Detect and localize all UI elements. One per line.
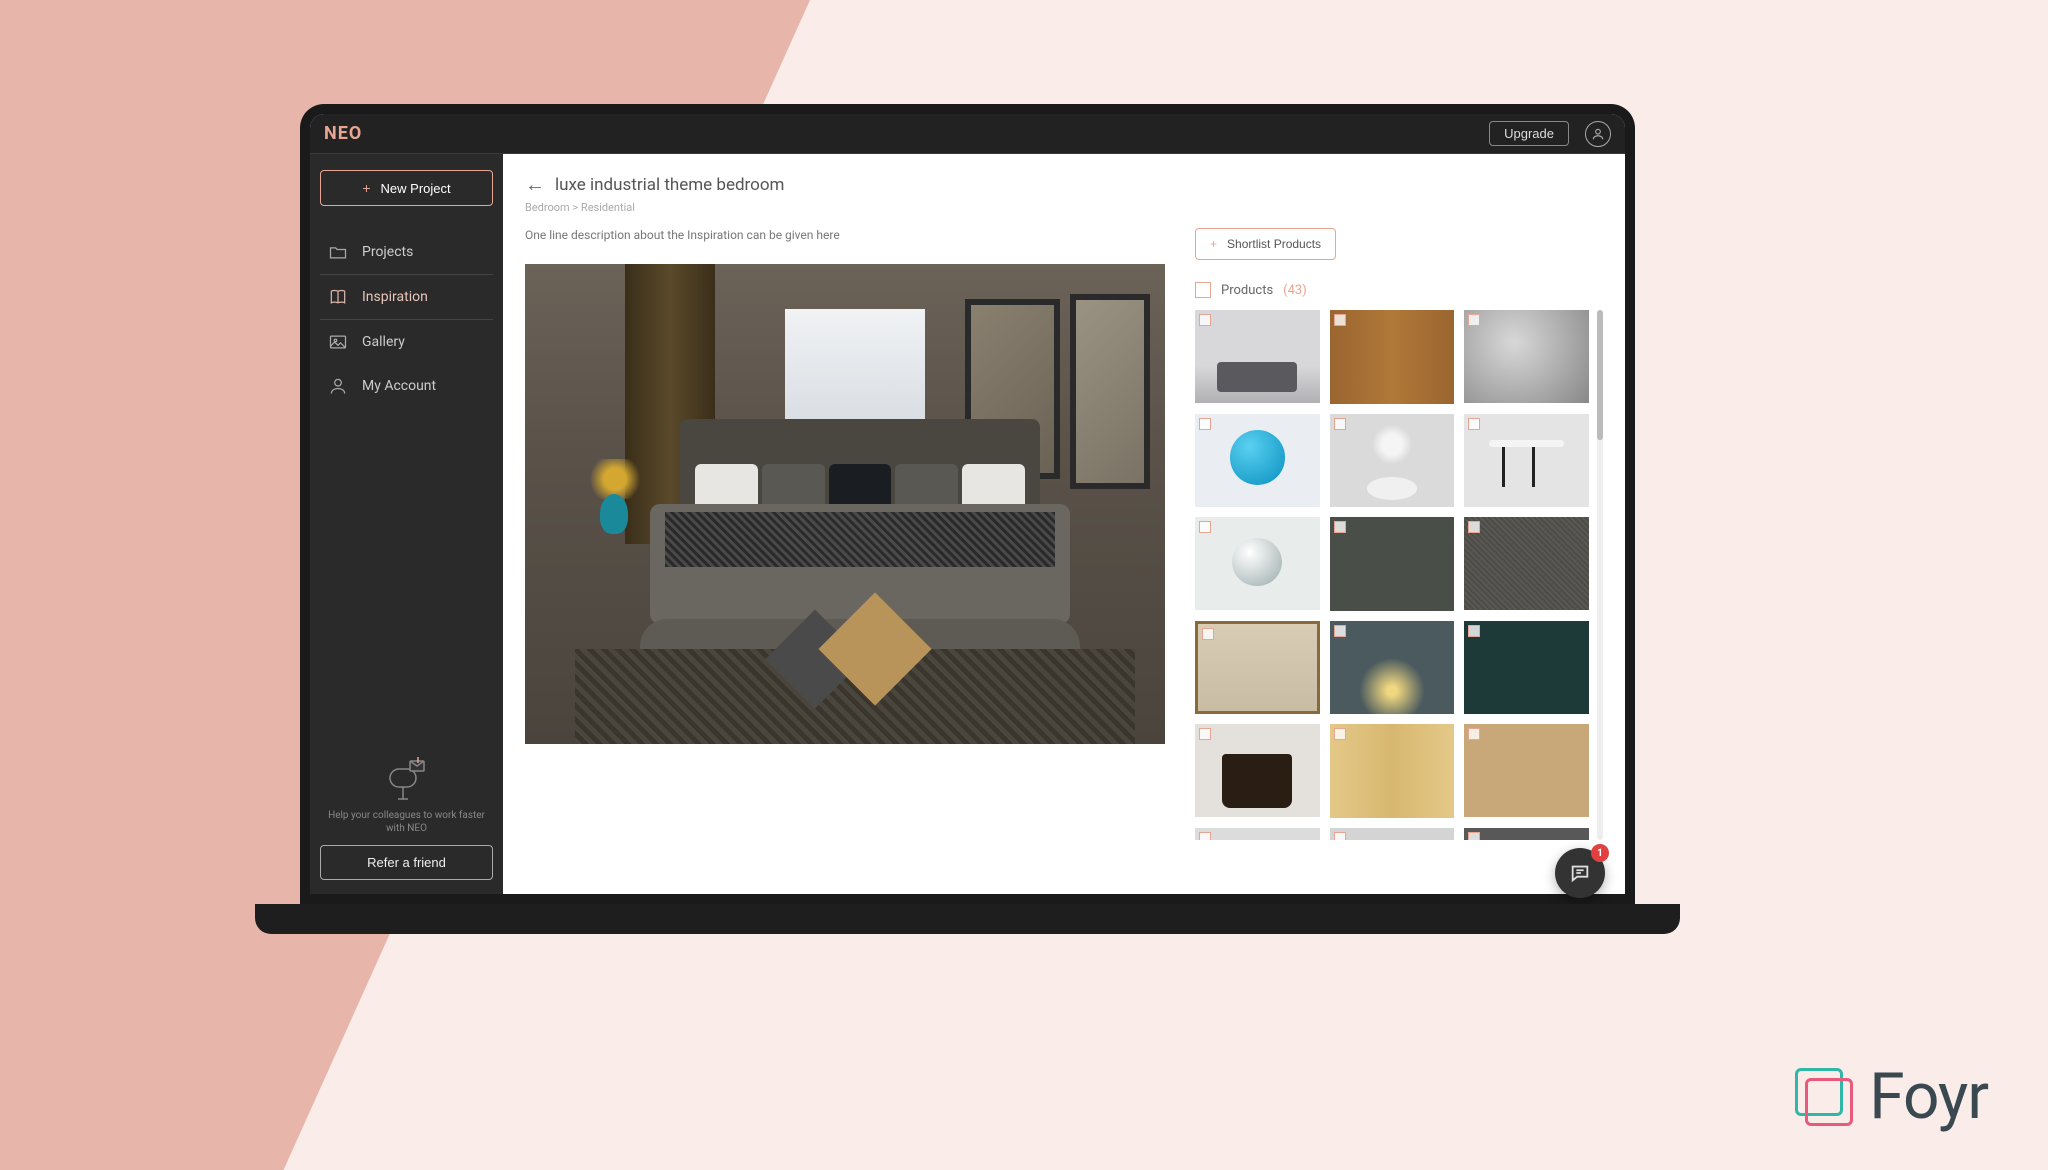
- foyr-logo: Foyr: [1795, 1059, 1988, 1134]
- products-header: Products (43): [1195, 282, 1603, 298]
- back-arrow-icon[interactable]: ←: [525, 172, 545, 197]
- product-thumb[interactable]: [1330, 828, 1455, 841]
- sidebar-item-gallery[interactable]: Gallery: [320, 320, 493, 364]
- product-checkbox[interactable]: [1202, 628, 1214, 640]
- product-checkbox[interactable]: [1199, 314, 1211, 326]
- select-all-checkbox[interactable]: [1195, 282, 1211, 298]
- product-checkbox[interactable]: [1468, 832, 1480, 841]
- nav-label: Inspiration: [362, 289, 428, 305]
- product-thumb[interactable]: [1195, 828, 1320, 841]
- laptop-frame: NEO Upgrade + New Project Proj: [300, 104, 1635, 934]
- folder-icon: [328, 242, 348, 262]
- plus-icon: +: [362, 180, 370, 196]
- account-icon[interactable]: [1585, 121, 1611, 147]
- chat-button[interactable]: 1: [1555, 848, 1605, 894]
- shortlist-label: Shortlist Products: [1227, 237, 1321, 251]
- product-checkbox[interactable]: [1468, 728, 1480, 740]
- product-thumb[interactable]: [1330, 310, 1455, 404]
- product-checkbox[interactable]: [1334, 832, 1346, 841]
- main-content: ← luxe industrial theme bedroom Bedroom …: [503, 154, 1625, 894]
- product-checkbox[interactable]: [1468, 418, 1480, 430]
- product-thumb[interactable]: [1195, 724, 1320, 817]
- product-thumb[interactable]: [1464, 724, 1589, 817]
- new-project-label: New Project: [381, 181, 451, 196]
- plus-icon: +: [1210, 237, 1217, 251]
- scrollbar-thumb[interactable]: [1597, 310, 1603, 440]
- product-grid: [1195, 310, 1589, 840]
- product-thumb[interactable]: [1464, 414, 1589, 507]
- product-checkbox[interactable]: [1468, 314, 1480, 326]
- new-project-button[interactable]: + New Project: [320, 170, 493, 206]
- foyr-mark-icon: [1795, 1068, 1853, 1126]
- product-checkbox[interactable]: [1199, 832, 1211, 841]
- chat-badge: 1: [1591, 844, 1609, 862]
- nav-label: Gallery: [362, 334, 405, 350]
- product-thumb[interactable]: [1464, 621, 1589, 714]
- content-row: One line description about the Inspirati…: [525, 228, 1603, 840]
- product-checkbox[interactable]: [1199, 521, 1211, 533]
- sidebar: + New Project Projects Inspiration: [310, 154, 503, 894]
- screen-bezel: NEO Upgrade + New Project Proj: [300, 104, 1635, 904]
- product-thumb[interactable]: [1195, 414, 1320, 507]
- product-checkbox[interactable]: [1199, 418, 1211, 430]
- person-icon: [328, 376, 348, 396]
- product-checkbox[interactable]: [1334, 418, 1346, 430]
- nav-list: Projects Inspiration Gallery My Acc: [320, 230, 493, 408]
- product-checkbox[interactable]: [1468, 521, 1480, 533]
- help-text: Help your colleagues to work faster with…: [320, 809, 493, 835]
- product-checkbox[interactable]: [1334, 521, 1346, 533]
- image-icon: [328, 332, 348, 352]
- refer-friend-button[interactable]: Refer a friend: [320, 845, 493, 880]
- product-thumb[interactable]: [1330, 621, 1455, 715]
- chat-icon: [1569, 862, 1591, 884]
- products-column: + Shortlist Products Products (43): [1195, 228, 1603, 840]
- product-checkbox[interactable]: [1468, 625, 1480, 637]
- products-label: Products: [1221, 283, 1273, 298]
- sidebar-item-projects[interactable]: Projects: [320, 230, 493, 274]
- scrollbar[interactable]: [1597, 310, 1603, 840]
- breadcrumb: Bedroom > Residential: [525, 201, 1603, 214]
- product-checkbox[interactable]: [1199, 728, 1211, 740]
- product-thumb[interactable]: [1195, 621, 1320, 714]
- description-text: One line description about the Inspirati…: [525, 228, 1165, 242]
- product-thumb[interactable]: [1195, 517, 1320, 610]
- mailbox-icon: [320, 755, 493, 801]
- title-row: ← luxe industrial theme bedroom: [525, 172, 1603, 197]
- products-count: (43): [1283, 283, 1307, 298]
- shortlist-products-button[interactable]: + Shortlist Products: [1195, 228, 1336, 260]
- detail-column: One line description about the Inspirati…: [525, 228, 1165, 840]
- page-title: luxe industrial theme bedroom: [555, 175, 784, 195]
- brand-logo: NEO: [324, 123, 362, 144]
- product-thumb[interactable]: [1464, 828, 1589, 841]
- product-checkbox[interactable]: [1334, 625, 1346, 637]
- app-screen: NEO Upgrade + New Project Proj: [310, 114, 1625, 894]
- product-checkbox[interactable]: [1334, 728, 1346, 740]
- product-thumb[interactable]: [1330, 517, 1455, 611]
- product-thumb[interactable]: [1464, 517, 1589, 610]
- product-thumb[interactable]: [1330, 414, 1455, 508]
- upgrade-button[interactable]: Upgrade: [1489, 121, 1569, 146]
- product-checkbox[interactable]: [1334, 314, 1346, 326]
- products-scroll: [1195, 310, 1603, 840]
- product-thumb[interactable]: [1464, 310, 1589, 403]
- topbar: NEO Upgrade: [310, 114, 1625, 154]
- nav-label: Projects: [362, 244, 413, 260]
- product-thumb[interactable]: [1330, 724, 1455, 818]
- sidebar-item-inspiration[interactable]: Inspiration: [320, 274, 493, 320]
- product-thumb[interactable]: [1195, 310, 1320, 403]
- laptop-base: [255, 904, 1680, 934]
- app-body: + New Project Projects Inspiration: [310, 154, 1625, 894]
- inspiration-hero-image: [525, 264, 1165, 744]
- sidebar-item-account[interactable]: My Account: [320, 364, 493, 408]
- book-icon: [328, 287, 348, 307]
- foyr-wordmark: Foyr: [1869, 1059, 1988, 1134]
- nav-label: My Account: [362, 378, 436, 394]
